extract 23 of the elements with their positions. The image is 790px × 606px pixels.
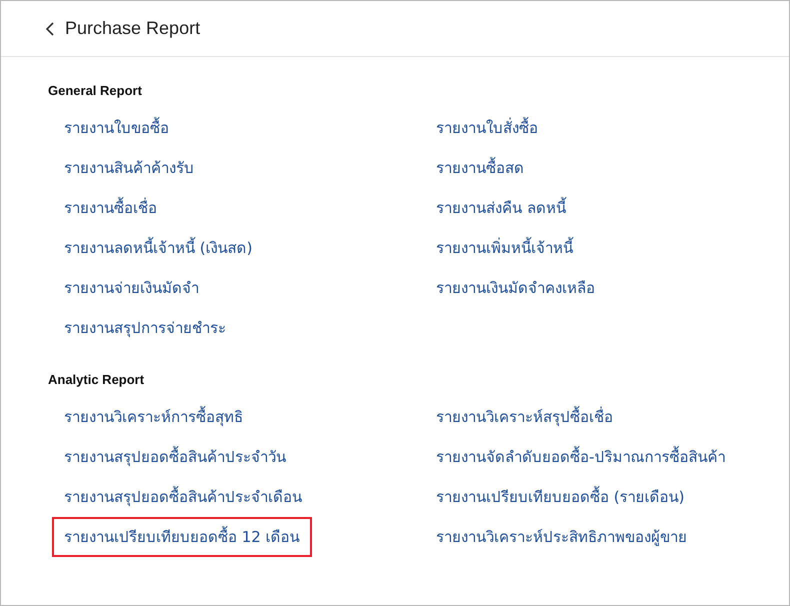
report-link[interactable]: รายงานซื้อสด bbox=[424, 148, 536, 188]
report-link[interactable]: รายงานลดหนี้เจ้าหนี้ (เงินสด) bbox=[52, 228, 264, 268]
report-link[interactable]: รายงานเปรียบเทียบยอดซื้อ 12 เดือน bbox=[52, 517, 312, 557]
report-link[interactable]: รายงานใบขอซื้อ bbox=[52, 108, 181, 148]
report-link[interactable]: รายงานเปรียบเทียบยอดซื้อ (รายเดือน) bbox=[424, 477, 696, 517]
report-link[interactable]: รายงานเพิ่มหนี้เจ้าหนี้ bbox=[424, 228, 585, 268]
report-link[interactable]: รายงานวิเคราะห์การซื้อสุทธิ bbox=[52, 397, 255, 437]
report-link[interactable]: รายงานสรุปยอดซื้อสินค้าประจำเดือน bbox=[52, 477, 314, 517]
back-icon[interactable] bbox=[45, 22, 55, 36]
report-link[interactable]: รายงานจ่ายเงินมัดจำ bbox=[52, 268, 211, 308]
report-link[interactable]: รายงานซื้อเชื่อ bbox=[52, 188, 169, 228]
report-link[interactable]: รายงานจัดลำดับยอดซื้อ-ปริมาณการซื้อสินค้า bbox=[424, 437, 738, 477]
section-title: General Report bbox=[48, 83, 143, 98]
report-link[interactable]: รายงานใบสั่งซื้อ bbox=[424, 108, 550, 148]
report-link[interactable]: รายงานสรุปยอดซื้อสินค้าประจำวัน bbox=[52, 437, 298, 477]
report-link[interactable]: รายงานวิเคราะห์ประสิทธิภาพของผู้ขาย bbox=[424, 517, 699, 557]
report-link[interactable]: รายงานสรุปการจ่ายชำระ bbox=[52, 308, 238, 348]
section-title: Analytic Report bbox=[48, 372, 146, 387]
report-link[interactable]: รายงานเงินมัดจำคงเหลือ bbox=[424, 268, 607, 308]
report-link[interactable]: รายงานส่งคืน ลดหนี้ bbox=[424, 188, 578, 228]
report-link[interactable]: รายงานวิเคราะห์สรุปซื้อเชื่อ bbox=[424, 397, 625, 437]
report-link[interactable]: รายงานสินค้าค้างรับ bbox=[52, 148, 206, 188]
page-title: Purchase Report bbox=[65, 18, 200, 39]
